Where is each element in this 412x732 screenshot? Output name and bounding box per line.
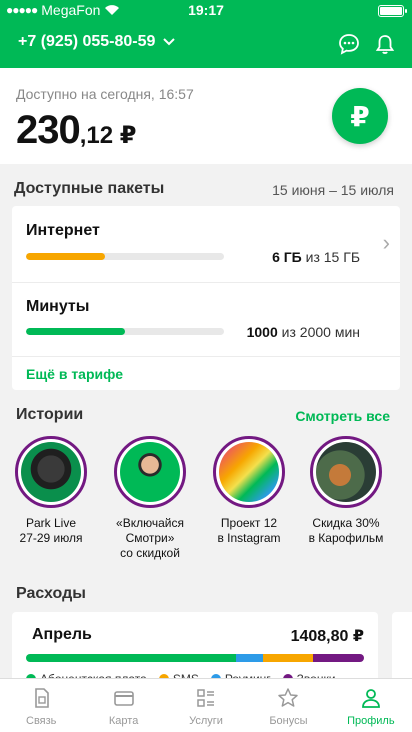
see-all-stories-link[interactable]: Смотреть все xyxy=(295,408,390,424)
star-icon xyxy=(278,688,299,707)
story-thumbnail xyxy=(213,436,285,508)
package-progress-fill xyxy=(26,253,106,260)
tab-uslugi[interactable]: Услуги xyxy=(165,679,247,732)
packages-card: Интернет 6 ГБ из 15 ГБ › Минуты 1000 из … xyxy=(12,206,400,390)
status-time: 19:17 xyxy=(188,2,224,18)
balance-amount: 230,12 ₽ xyxy=(16,108,136,153)
package-used: 1000 xyxy=(246,324,278,340)
balance-integer: 230 xyxy=(16,108,81,152)
expenses-total: 1408,80 ₽ xyxy=(290,628,364,645)
package-total: из 15 ГБ xyxy=(305,249,360,265)
story-caption-line: Проект 12 xyxy=(220,516,278,530)
story-caption-line: «Включайся xyxy=(116,516,184,530)
package-value: 6 ГБ из 15 ГБ xyxy=(272,249,360,265)
user-icon xyxy=(361,689,380,708)
story-caption: «Включайся Смотри» со скидкой xyxy=(102,516,198,561)
story-thumbnail xyxy=(114,436,186,508)
phone-number-selector[interactable]: +7 (925) 055-80-59 xyxy=(18,33,176,51)
tab-bonusy[interactable]: Бонусы xyxy=(247,679,329,732)
package-internet[interactable]: Интернет 6 ГБ из 15 ГБ › xyxy=(12,206,400,282)
story-caption-line: Смотри» xyxy=(125,531,175,545)
tab-label: Услуги xyxy=(189,715,223,727)
story-item[interactable]: Скидка 30% в Карофильм xyxy=(298,436,394,546)
balance-caption: Доступно на сегодня, 16:57 xyxy=(16,86,194,102)
top-up-button[interactable]: ₽ xyxy=(332,88,388,144)
story-caption-line: в Карофильм xyxy=(308,531,384,545)
story-image xyxy=(120,442,180,502)
story-image xyxy=(316,442,376,502)
story-image xyxy=(21,442,81,502)
expense-segment xyxy=(26,654,236,662)
bottom-tab-bar: Связь Карта Услуги Бонусы Профиль xyxy=(0,678,412,732)
story-item[interactable]: «Включайся Смотри» со скидкой xyxy=(102,436,198,561)
story-caption: Park Live 27-29 июля xyxy=(3,516,99,546)
package-total: из 2000 мин xyxy=(281,324,360,340)
story-caption-line: Скидка 30% xyxy=(312,516,380,530)
expenses-title: Расходы xyxy=(16,585,86,602)
tab-label: Связь xyxy=(26,715,57,727)
package-used: 6 ГБ xyxy=(272,249,302,265)
balance-fraction: ,12 ₽ xyxy=(79,122,137,149)
tab-label: Бонусы xyxy=(269,715,308,727)
tab-profil[interactable]: Профиль xyxy=(330,679,412,732)
story-item[interactable]: Проект 12 в Instagram xyxy=(201,436,297,546)
story-caption-line: Park Live xyxy=(25,516,77,530)
package-value: 1000 из 2000 мин xyxy=(247,324,360,340)
tab-label: Карта xyxy=(108,715,139,727)
story-thumbnail xyxy=(310,436,382,508)
chevron-right-icon: › xyxy=(382,230,390,255)
stories-title: Истории xyxy=(16,406,84,423)
package-progress-bar xyxy=(26,328,224,335)
package-minutes[interactable]: Минуты 1000 из 2000 мин xyxy=(12,282,400,358)
chat-icon[interactable] xyxy=(338,33,360,55)
expense-segment xyxy=(235,654,263,662)
balance-card[interactable]: Доступно на сегодня, 16:57 230,12 ₽ ₽ xyxy=(0,68,412,164)
chevron-down-icon xyxy=(163,38,176,46)
expense-segment xyxy=(313,654,364,662)
phone-number: +7 (925) 055-80-59 xyxy=(18,33,156,50)
story-item[interactable]: Park Live 27-29 июля xyxy=(3,436,99,546)
package-name: Минуты xyxy=(26,298,90,315)
package-progress-bar xyxy=(26,253,224,260)
app-header: ●●●●● MegaFon 19:17 +7 (925) 055-80-59 xyxy=(0,0,412,68)
packages-period: 15 июня – 15 июля xyxy=(272,182,394,198)
package-progress-fill xyxy=(26,328,125,335)
story-caption: Скидка 30% в Карофильм xyxy=(298,516,394,546)
expenses-month: Апрель xyxy=(32,626,92,643)
services-list-icon xyxy=(197,689,215,707)
story-caption: Проект 12 в Instagram xyxy=(201,516,297,546)
status-bar: ●●●●● MegaFon 19:17 xyxy=(0,0,412,20)
expense-segment xyxy=(262,654,314,662)
tab-karta[interactable]: Карта xyxy=(82,679,164,732)
story-caption-line: со скидкой xyxy=(120,546,180,560)
more-in-tariff-link[interactable]: Ещё в тарифе xyxy=(26,366,123,382)
bell-icon[interactable] xyxy=(374,33,396,55)
story-image xyxy=(219,442,279,502)
tab-label: Профиль xyxy=(347,715,395,727)
story-caption-line: 27-29 июля xyxy=(19,531,83,545)
story-thumbnail xyxy=(15,436,87,508)
tab-svyaz[interactable]: Связь xyxy=(0,679,82,732)
battery-icon xyxy=(378,5,407,17)
packages-title: Доступные пакеты xyxy=(14,180,165,197)
bank-card-icon xyxy=(113,691,134,706)
package-name: Интернет xyxy=(26,222,100,239)
sim-card-icon xyxy=(35,688,50,708)
divider xyxy=(12,356,400,357)
expenses-breakdown-bar xyxy=(26,654,364,662)
story-caption-line: в Instagram xyxy=(217,531,281,545)
